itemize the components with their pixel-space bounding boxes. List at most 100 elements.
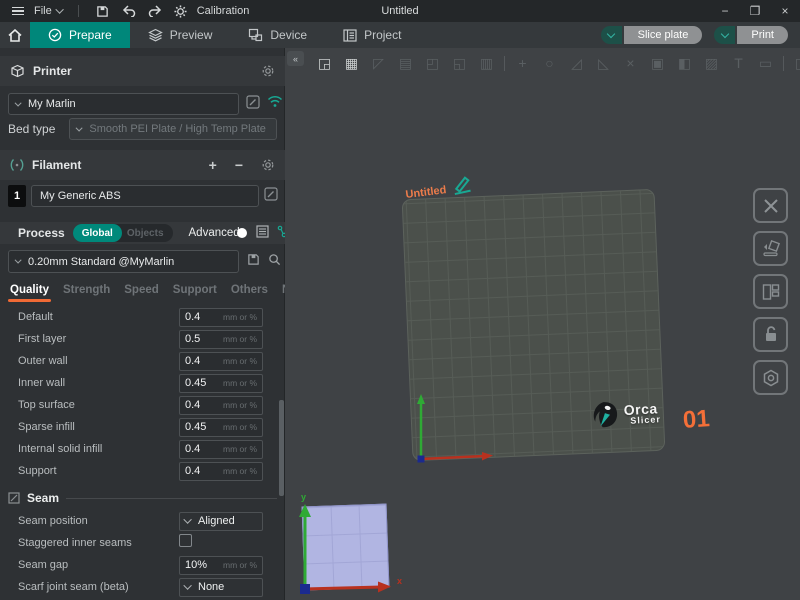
scope-global[interactable]: Global xyxy=(73,224,122,242)
maximize-button[interactable]: ❐ xyxy=(740,0,770,22)
tab-others[interactable]: Others xyxy=(231,280,268,302)
slice-options-dropdown[interactable] xyxy=(601,26,622,44)
param-row: Inner wall 0.45 mm or % xyxy=(0,372,285,394)
fill-color-icon[interactable]: ▨ xyxy=(702,54,721,73)
tab-speed[interactable]: Speed xyxy=(124,280,159,302)
tab-strength[interactable]: Strength xyxy=(63,280,110,302)
save-project-button[interactable] xyxy=(93,2,113,20)
clone-icon[interactable]: ▣ xyxy=(648,54,667,73)
lock-plate-button[interactable] xyxy=(753,317,788,352)
file-menu[interactable]: File xyxy=(34,5,52,17)
merge-icon[interactable]: ◧ xyxy=(675,54,694,73)
minimize-button[interactable]: − xyxy=(710,0,740,22)
calibration-button[interactable] xyxy=(171,2,191,20)
undo-button[interactable] xyxy=(119,2,139,20)
logo-line2: Slicer xyxy=(630,415,661,426)
assembly-view-icon[interactable]: ◫ xyxy=(792,54,800,73)
save-preset-button[interactable] xyxy=(247,253,260,271)
close-button[interactable]: × xyxy=(770,0,800,22)
tab-quality[interactable]: Quality xyxy=(10,280,49,302)
remove-filament-button[interactable]: − xyxy=(235,157,243,173)
tab-support[interactable]: Support xyxy=(173,280,217,302)
auto-orient-plate-button[interactable] xyxy=(753,231,788,266)
process-scope-toggle[interactable]: Global Objects xyxy=(73,224,173,242)
plate-settings-button[interactable] xyxy=(753,360,788,395)
edit-filament-button[interactable] xyxy=(264,187,278,206)
add-filament-button[interactable]: + xyxy=(209,157,217,173)
param-input[interactable]: 0.4 mm or % xyxy=(179,396,263,415)
tab-device[interactable]: Device xyxy=(230,22,325,48)
cut-icon[interactable]: × xyxy=(621,54,640,73)
param-input[interactable]: 0.4 mm or % xyxy=(179,462,263,481)
titlebar: File xyxy=(0,0,800,22)
param-value: 0.4 xyxy=(185,311,223,323)
param-value: 0.5 xyxy=(185,333,223,345)
param-input[interactable]: 0.45 mm or % xyxy=(179,374,263,393)
printer-section-title: Printer xyxy=(33,64,72,78)
axis-x-label: x xyxy=(397,576,402,586)
seam-position-select[interactable]: Aligned xyxy=(179,512,263,531)
param-input[interactable]: 0.4 mm or % xyxy=(179,440,263,459)
split-to-parts-icon[interactable]: ◱ xyxy=(450,54,469,73)
arrange-plate-button[interactable] xyxy=(753,274,788,309)
move-icon[interactable]: + xyxy=(513,54,532,73)
home-button[interactable] xyxy=(0,22,30,48)
measure-icon[interactable]: ▭ xyxy=(756,54,775,73)
tab-preview-label: Preview xyxy=(170,28,213,42)
save-icon xyxy=(96,5,109,18)
tab-prepare[interactable]: Prepare xyxy=(30,22,130,48)
printer-settings-button[interactable] xyxy=(261,64,275,78)
split-to-objects-icon[interactable]: ◰ xyxy=(423,54,442,73)
viewport-3d[interactable]: « ◲ ▦ ◸ ▤ ◰ ◱ ▥ + ○ ◿ ◺ × ▣ ◧ ▨ T ▭ xyxy=(285,48,800,600)
staggered-seams-checkbox[interactable] xyxy=(179,534,192,547)
filament-section-header: Filament + − xyxy=(0,150,285,180)
print-button[interactable]: Print xyxy=(714,26,788,44)
file-menu-chevron-icon[interactable] xyxy=(55,5,63,13)
calibration-label[interactable]: Calibration xyxy=(197,5,250,17)
scale-icon[interactable]: ◿ xyxy=(567,54,586,73)
edit-icon xyxy=(246,95,260,109)
process-preset-select[interactable]: 0.20mm Standard @MyMarlin xyxy=(8,250,239,273)
tab-preview[interactable]: Preview xyxy=(130,22,231,48)
search-preset-button[interactable] xyxy=(268,253,281,271)
scarf-joint-select[interactable]: None xyxy=(179,578,263,597)
filament-preset-field[interactable]: My Generic ABS xyxy=(31,185,259,207)
add-plate-icon[interactable]: ▦ xyxy=(342,54,361,73)
rotate-icon[interactable]: ○ xyxy=(540,54,559,73)
delete-plate-button[interactable] xyxy=(753,188,788,223)
place-on-face-icon[interactable]: ◺ xyxy=(594,54,613,73)
process-preset-value: 0.20mm Standard @MyMarlin xyxy=(28,256,174,268)
auto-orient-icon[interactable]: ◸ xyxy=(369,54,388,73)
variable-layer-height-icon[interactable]: ▥ xyxy=(477,54,496,73)
param-input[interactable]: 0.4 mm or % xyxy=(179,352,263,371)
seam-gap-input[interactable]: 10% mm or % xyxy=(179,556,263,575)
edit-plate-name-icon[interactable] xyxy=(449,175,473,196)
tab-project-label: Project xyxy=(364,28,401,42)
printer-preset-select[interactable]: My Marlin xyxy=(8,93,239,115)
print-options-dropdown[interactable] xyxy=(714,26,735,44)
collapse-sidebar-button[interactable]: « xyxy=(287,51,304,66)
slice-plate-button[interactable]: Slice plate xyxy=(601,26,703,44)
filament-settings-button[interactable] xyxy=(261,158,275,172)
param-input[interactable]: 0.45 mm or % xyxy=(179,418,263,437)
add-model-icon[interactable]: ◲ xyxy=(315,54,334,73)
filament-index-badge[interactable]: 1 xyxy=(8,185,26,207)
gear-icon xyxy=(261,64,275,78)
param-input[interactable]: 0.5 mm or % xyxy=(179,330,263,349)
thumbnail-axes xyxy=(291,496,401,598)
printer-connection-button[interactable] xyxy=(267,95,283,113)
scope-objects[interactable]: Objects xyxy=(122,228,173,239)
tab-project[interactable]: Project xyxy=(325,22,419,48)
text-icon[interactable]: T xyxy=(729,54,748,73)
bed-type-select[interactable]: Smooth PEI Plate / High Temp Plate xyxy=(69,118,277,140)
param-input[interactable]: 0.4 mm or % xyxy=(179,308,263,327)
edit-printer-button[interactable] xyxy=(246,95,260,114)
param-list: Default 0.4 mm or % First layer 0.5 mm o… xyxy=(0,306,285,486)
main-menu-button[interactable] xyxy=(8,2,28,20)
arrange-icon[interactable]: ▤ xyxy=(396,54,415,73)
params-table-button[interactable] xyxy=(256,225,269,241)
param-scrollbar[interactable] xyxy=(279,400,284,496)
chevron-down-icon xyxy=(15,99,22,106)
process-section-header: Process Global Objects Advanced xyxy=(0,222,285,244)
redo-button[interactable] xyxy=(145,2,165,20)
